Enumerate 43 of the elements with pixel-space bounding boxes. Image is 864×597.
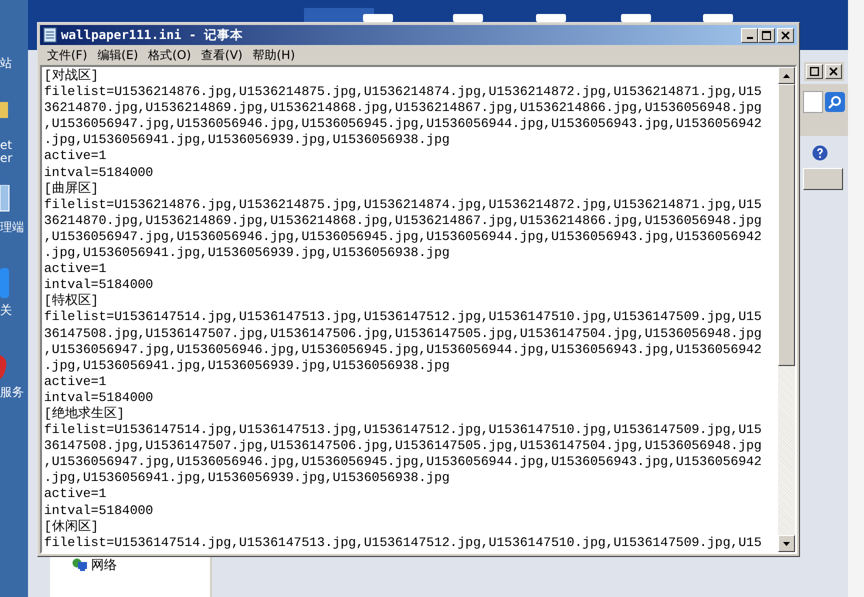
text-line: .jpg,U1536056941.jpg,U1536056939.jpg,U1536056938.jpg (44, 358, 451, 374)
text-line: [曲屏区] (44, 180, 100, 197)
text-line: [绝地求生区] (44, 406, 126, 422)
menu-item[interactable]: 编辑(E) (92, 46, 144, 64)
menu-item[interactable]: 查看(V) (196, 46, 248, 64)
text-line: filelist=U1536147514.jpg,U1536147513.jpg,U1536147512.jpg,U1536147510.jpg,U1536147509.jpg,U15 (44, 422, 763, 438)
text-line: .jpg,U1536056941.jpg,U1536056939.jpg,U1536056938.jpg (44, 470, 451, 486)
text-line: filelist=U1536214876.jpg,U1536214875.jpg,U1536214874.jpg,U1536214872.jpg,U1536214871.jpg,U15 (44, 196, 763, 213)
text-line: active=1 (44, 486, 108, 503)
text-line: filelist=U1536147514.jpg,U1536147513.jpg,U1536147512.jpg,U1536147510.jpg,U1536147509.jpg,U15 (44, 309, 763, 326)
menu-item[interactable]: 文件(F) (42, 46, 92, 64)
text-line: ,U1536056947.jpg,U1536056946.jpg,U1536056945.jpg,U1536056944.jpg,U1536056943.jpg,U1536056942 (44, 116, 763, 132)
text-line: .jpg,U1536056941.jpg,U1536056939.jpg,U1536056938.jpg (44, 132, 451, 148)
text-line: 36214870.jpg,U1536214869.jpg,U1536214868.jpg,U1536214867.jpg,U1536214866.jpg,U1536056948.jpg (44, 212, 763, 229)
text-line: ,U1536056947.jpg,U1536056946.jpg,U1536056945.jpg,U1536056944.jpg,U1536056943.jpg,U1536056942 (44, 454, 763, 470)
text-line: intval=5184000 (44, 390, 154, 406)
text-line: ,U1536056947.jpg,U1536056946.jpg,U1536056945.jpg,U1536056944.jpg,U1536056943.jpg,U1536056942 (44, 342, 763, 358)
text-line: [对战区] (44, 68, 100, 84)
desktop-icon-label: 站 (0, 56, 12, 70)
window-title: wallpaper111.ini - 记事本 (61, 26, 243, 44)
text-line: 36147508.jpg,U1536147507.jpg,U1536147506.jpg,U1536147505.jpg,U1536147504.jpg,U1536056948.jpg (44, 326, 763, 342)
desktop-icon-label: 服务 (0, 385, 24, 399)
text-line: intval=5184000 (44, 164, 154, 181)
text-line: filelist=U1536147514.jpg,U1536147513.jpg,U1536147512.jpg,U1536147510.jpg,U1536147509.jpg,U15 (44, 534, 763, 551)
text-line: intval=5184000 (44, 277, 154, 293)
text-line: filelist=U1536214876.jpg,U1536214875.jpg,U1536214874.jpg,U1536214872.jpg,U1536214871.jpg,U15 (44, 84, 763, 100)
desktop-icon-label: et (0, 138, 12, 152)
desktop-icon-label: 理端 (0, 220, 24, 234)
text-line: ,U1536056947.jpg,U1536056946.jpg,U1536056945.jpg,U1536056944.jpg,U1536056943.jpg,U1536056942 (44, 228, 763, 246)
desktop-icon-label: 关 (0, 303, 12, 317)
text-line: active=1 (44, 148, 108, 165)
text-line: .jpg,U1536056941.jpg,U1536056939.jpg,U1536056938.jpg (44, 245, 451, 262)
menu-item[interactable]: 帮助(H) (248, 46, 300, 64)
text-line: [休闲区] (44, 518, 100, 535)
text-line: 36147508.jpg,U1536147507.jpg,U1536147506.jpg,U1536147505.jpg,U1536147504.jpg,U1536056948.jpg (44, 438, 763, 454)
text-line: active=1 (44, 261, 108, 278)
tree-item-label[interactable]: 网络 (91, 556, 117, 574)
text-line: active=1 (44, 374, 108, 390)
menu-item[interactable]: 格式(O) (143, 46, 196, 64)
text-line: [特权区] (44, 293, 100, 310)
text-line: 36214870.jpg,U1536214869.jpg,U1536214868.jpg,U1536214867.jpg,U1536214866.jpg,U1536056948.jpg (44, 100, 763, 116)
desktop-icon-label: er (0, 151, 12, 165)
text-line: intval=5184000 (44, 502, 154, 519)
